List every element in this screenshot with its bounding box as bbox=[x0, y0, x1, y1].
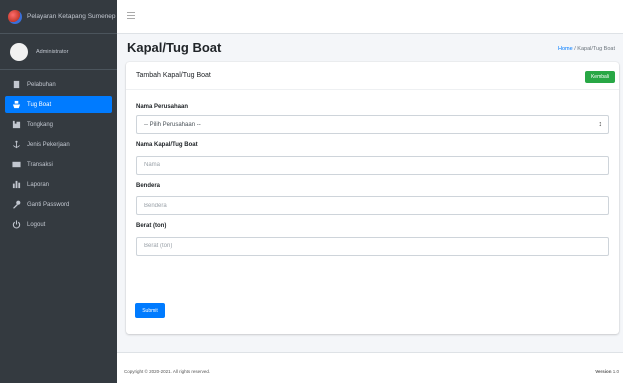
version-text: Version 1.0 bbox=[595, 369, 619, 374]
anchor-icon bbox=[11, 140, 21, 150]
key-icon bbox=[11, 200, 21, 210]
bendera-label: Bendera bbox=[136, 182, 161, 189]
sidebar-item-label: Tongkang bbox=[27, 121, 54, 128]
app-root: Pelayaran Ketapang Sumenep Administrator… bbox=[0, 0, 623, 383]
ship-icon bbox=[11, 100, 21, 110]
perusahaan-label: Nama Perusahaan bbox=[136, 104, 189, 110]
barge-icon bbox=[11, 120, 21, 130]
sidebar: Pelayaran Ketapang Sumenep Administrator… bbox=[0, 0, 117, 383]
version-label: Version bbox=[595, 369, 612, 374]
sidebar-item-tongkang[interactable]: Tongkang bbox=[5, 116, 112, 133]
card-body: Nama Perusahaan -- Pilih Perusahaan -- ↕… bbox=[126, 90, 619, 256]
content-header: Kapal/Tug Boat Home / Kapal/Tug Boat bbox=[117, 34, 623, 62]
id-card-icon bbox=[11, 160, 21, 170]
sidebar-item-transaksi[interactable]: Transaksi bbox=[5, 156, 112, 173]
sidebar-item-label: Jenis Pekerjaan bbox=[27, 141, 70, 148]
kapal-label: Nama Kapal/Tug Boat bbox=[136, 142, 198, 148]
chart-icon bbox=[11, 180, 21, 190]
footer: Copyright © 2020-2021. All rights reserv… bbox=[117, 352, 623, 383]
submit-button[interactable]: Submit bbox=[135, 303, 165, 318]
sidebar-item-label: Pelabuhan bbox=[27, 81, 56, 88]
sidebar-item-pelabuhan[interactable]: Pelabuhan bbox=[5, 76, 112, 93]
sidebar-item-tug-boat[interactable]: Tug Boat bbox=[5, 96, 112, 113]
sidebar-item-label: Tug Boat bbox=[27, 101, 52, 108]
sidebar-item-jenis-pekerjaan[interactable]: Jenis Pekerjaan bbox=[5, 136, 112, 153]
sidebar-item-label: Logout bbox=[27, 221, 46, 228]
card-title: Tambah Kapal/Tug Boat bbox=[136, 72, 211, 79]
sidebar-item-laporan[interactable]: Laporan bbox=[5, 176, 112, 193]
page-title: Kapal/Tug Boat bbox=[127, 40, 222, 55]
sidebar-item-label: Transaksi bbox=[27, 161, 53, 168]
berat-label: Berat (ton) bbox=[136, 223, 167, 229]
menu-toggle-icon[interactable] bbox=[127, 12, 135, 19]
copyright-text: Copyright © 2020-2021. All rights reserv… bbox=[124, 369, 211, 374]
topbar bbox=[117, 0, 623, 34]
perusahaan-select-value: -- Pilih Perusahaan -- bbox=[144, 121, 201, 128]
user-panel[interactable]: Administrator bbox=[0, 34, 117, 70]
bendera-input[interactable] bbox=[136, 196, 609, 215]
brand[interactable]: Pelayaran Ketapang Sumenep bbox=[0, 0, 117, 34]
kapal-name-input[interactable] bbox=[136, 155, 609, 175]
breadcrumb-current: Kapal/Tug Boat bbox=[577, 46, 615, 52]
avatar bbox=[10, 42, 28, 61]
brand-name: Pelayaran Ketapang Sumenep bbox=[27, 13, 116, 20]
sidebar-nav: Pelabuhan Tug Boat Tongkang Jenis Pekerj… bbox=[0, 70, 117, 233]
version-value: 1.0 bbox=[612, 369, 619, 374]
breadcrumb-home[interactable]: Home bbox=[558, 46, 573, 52]
sidebar-item-label: Ganti Password bbox=[27, 201, 70, 208]
building-icon bbox=[11, 80, 21, 90]
select-arrow-icon: ↕ bbox=[598, 121, 603, 128]
card-header: Tambah Kapal/Tug Boat Kembali bbox=[126, 62, 619, 90]
form-card: Tambah Kapal/Tug Boat Kembali Nama Perus… bbox=[126, 62, 619, 334]
perusahaan-select[interactable]: -- Pilih Perusahaan -- ↕ bbox=[136, 115, 609, 134]
brand-logo bbox=[8, 9, 22, 24]
berat-input[interactable] bbox=[136, 236, 609, 256]
sidebar-item-logout[interactable]: Logout bbox=[5, 216, 112, 233]
power-icon bbox=[11, 220, 21, 230]
sidebar-item-label: Laporan bbox=[27, 181, 50, 188]
user-name: Administrator bbox=[36, 48, 69, 55]
sidebar-item-ganti-password[interactable]: Ganti Password bbox=[5, 196, 112, 213]
back-button[interactable]: Kembali bbox=[585, 71, 615, 83]
breadcrumb: Home / Kapal/Tug Boat bbox=[558, 46, 615, 52]
